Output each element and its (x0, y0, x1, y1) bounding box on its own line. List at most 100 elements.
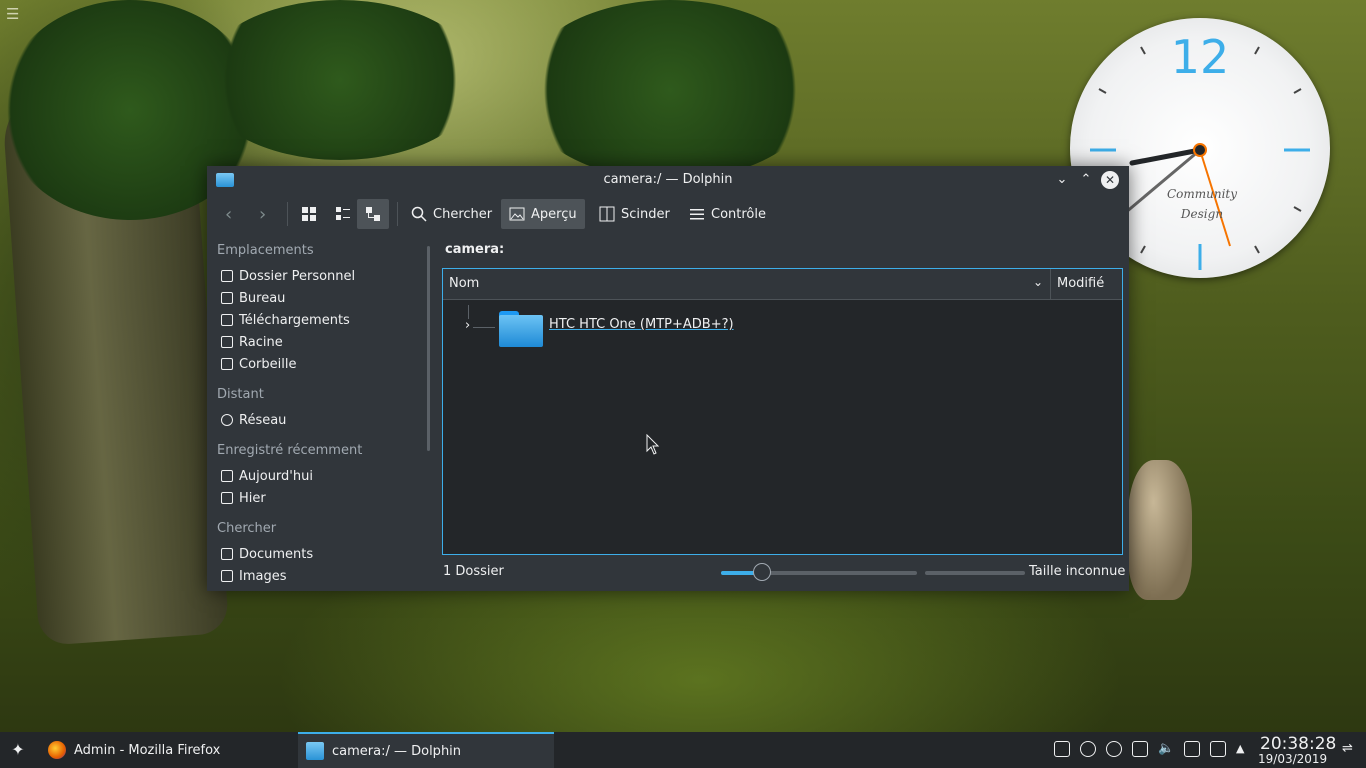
recent-heading: Enregistré récemment (217, 443, 363, 458)
task-firefox[interactable]: Admin - Mozilla Firefox (40, 732, 296, 768)
usb-icon[interactable] (1054, 741, 1070, 757)
sidebar-item-today[interactable]: Aujourd'hui (221, 465, 313, 487)
remote-heading: Distant (217, 387, 264, 402)
control-label: Contrôle (711, 206, 766, 222)
sidebar-item-downloads[interactable]: Téléchargements (221, 309, 350, 331)
kdeconnect-icon[interactable] (1080, 741, 1096, 757)
download-icon (221, 314, 233, 326)
clipboard-icon[interactable] (1184, 741, 1200, 757)
desktop-icon (221, 292, 233, 304)
sidebar-item-documents[interactable]: Documents (221, 543, 313, 565)
wallpaper-foliage (200, 0, 480, 160)
column-header: Nom ⌄ Modifié (443, 269, 1122, 300)
icons-view-icon (302, 207, 316, 221)
network-icon (221, 414, 233, 426)
places-heading: Emplacements (217, 243, 314, 258)
details-view-button[interactable] (357, 199, 389, 229)
desktop-menu-icon[interactable]: ☰ (6, 6, 22, 22)
chevron-up-icon[interactable]: ▲ (1236, 741, 1252, 757)
column-divider[interactable] (1050, 269, 1051, 299)
forward-button[interactable]: › (251, 199, 274, 229)
titlebar[interactable]: camera:/ — Dolphin ⌄ ⌃ ✕ (207, 166, 1129, 194)
chevron-down-icon[interactable]: ⌄ (1033, 275, 1043, 289)
clock-brand-line: Design (1180, 207, 1224, 221)
document-icon (221, 548, 233, 560)
calendar-icon (221, 492, 233, 504)
sidebar-item-label: Racine (239, 334, 283, 350)
task-label: camera:/ — Dolphin (332, 743, 462, 759)
minimize-button[interactable]: ⌄ (1053, 171, 1071, 189)
search-label: Chercher (433, 206, 493, 222)
clock-brand: Community Design (1166, 184, 1238, 224)
image-icon (509, 207, 525, 221)
icons-view-button[interactable] (293, 199, 325, 229)
forward-icon: › (259, 203, 267, 225)
app-launcher-icon[interactable]: ✦ (8, 740, 28, 760)
taskbar-time[interactable]: 20:38:28 (1260, 734, 1336, 754)
folder-icon[interactable] (499, 309, 543, 347)
split-button[interactable]: Scinder (591, 199, 678, 229)
maximize-button[interactable]: ⌃ (1077, 171, 1095, 189)
sidebar-item-label: Téléchargements (239, 312, 350, 328)
table-row[interactable]: › HTC HTC One (MTP+ADB+?) (443, 305, 1122, 355)
updates-icon[interactable] (1106, 741, 1122, 757)
search-button[interactable]: Chercher (403, 199, 500, 229)
close-button[interactable]: ✕ (1101, 171, 1119, 189)
clock-brand-line: Community (1166, 187, 1238, 201)
trash-icon (221, 358, 233, 370)
sidebar-item-desktop[interactable]: Bureau (221, 287, 285, 309)
preview-label: Aperçu (531, 206, 577, 222)
sidebar-item-yesterday[interactable]: Hier (221, 487, 266, 509)
taskbar-date[interactable]: 19/03/2019 (1258, 752, 1327, 766)
panel-settings-icon[interactable]: ⇌ (1342, 741, 1358, 757)
location-bar[interactable]: camera: (445, 242, 504, 257)
hamburger-icon (690, 209, 704, 220)
sidebar-item-label: Hier (239, 490, 266, 506)
dolphin-icon (306, 742, 324, 760)
lock-icon[interactable] (1210, 741, 1226, 757)
back-button[interactable]: ‹ (217, 199, 240, 229)
sidebar-item-label: Dossier Personnel (239, 268, 356, 284)
places-panel: Emplacements Dossier Personnel Bureau Té… (207, 236, 427, 591)
file-name[interactable]: HTC HTC One (MTP+ADB+?) (549, 317, 734, 332)
task-label: Admin - Mozilla Firefox (74, 742, 221, 758)
sidebar-item-root[interactable]: Racine (221, 331, 283, 353)
dolphin-window[interactable]: camera:/ — Dolphin ⌄ ⌃ ✕ ‹ › Chercher Ap… (207, 166, 1129, 591)
toolbar-separator (287, 202, 288, 226)
chevron-right-icon[interactable]: › (465, 318, 470, 333)
task-dolphin[interactable]: camera:/ — Dolphin (298, 732, 554, 768)
sidebar-item-label: Images (239, 568, 287, 584)
details-view[interactable]: Nom ⌄ Modifié › HTC HTC One (MTP+ADB+?) (442, 268, 1123, 555)
tree-line (468, 305, 469, 319)
column-modified-header[interactable]: Modifié (1057, 276, 1104, 291)
mouse-cursor-icon (646, 434, 660, 455)
network-icon[interactable] (1132, 741, 1148, 757)
search-icon (411, 206, 427, 222)
preview-button[interactable]: Aperçu (501, 199, 585, 229)
image-icon (221, 570, 233, 582)
firefox-icon (48, 741, 66, 759)
toolbar: ‹ › Chercher Aperçu Scinder Contrôle (207, 196, 1129, 232)
sidebar-item-label: Documents (239, 546, 314, 562)
toolbar-separator (397, 202, 398, 226)
sidebar-item-images[interactable]: Images (221, 565, 287, 587)
sidebar-item-label: Réseau (239, 412, 287, 428)
zoom-slider[interactable] (721, 563, 917, 581)
control-menu-button[interactable]: Contrôle (681, 199, 774, 229)
sidebar-item-network[interactable]: Réseau (221, 409, 286, 431)
sidebar-item-home[interactable]: Dossier Personnel (221, 265, 355, 287)
zoom-slider-handle[interactable] (753, 563, 772, 581)
root-icon (221, 336, 233, 348)
volume-icon[interactable]: 🔈 (1158, 741, 1174, 757)
split-label: Scinder (621, 206, 670, 222)
wallpaper-foliage (520, 0, 820, 180)
clock-numeral: 12 (1170, 30, 1230, 84)
calendar-icon (221, 470, 233, 482)
sidebar-scrollbar[interactable] (427, 246, 430, 451)
sidebar-item-trash[interactable]: Corbeille (221, 353, 296, 375)
sidebar-item-label: Corbeille (239, 356, 297, 372)
compact-view-button[interactable] (327, 199, 359, 229)
sidebar-item-label: Aujourd'hui (239, 468, 313, 484)
sidebar-item-label: Bureau (239, 290, 286, 306)
column-name-header[interactable]: Nom (449, 276, 479, 291)
